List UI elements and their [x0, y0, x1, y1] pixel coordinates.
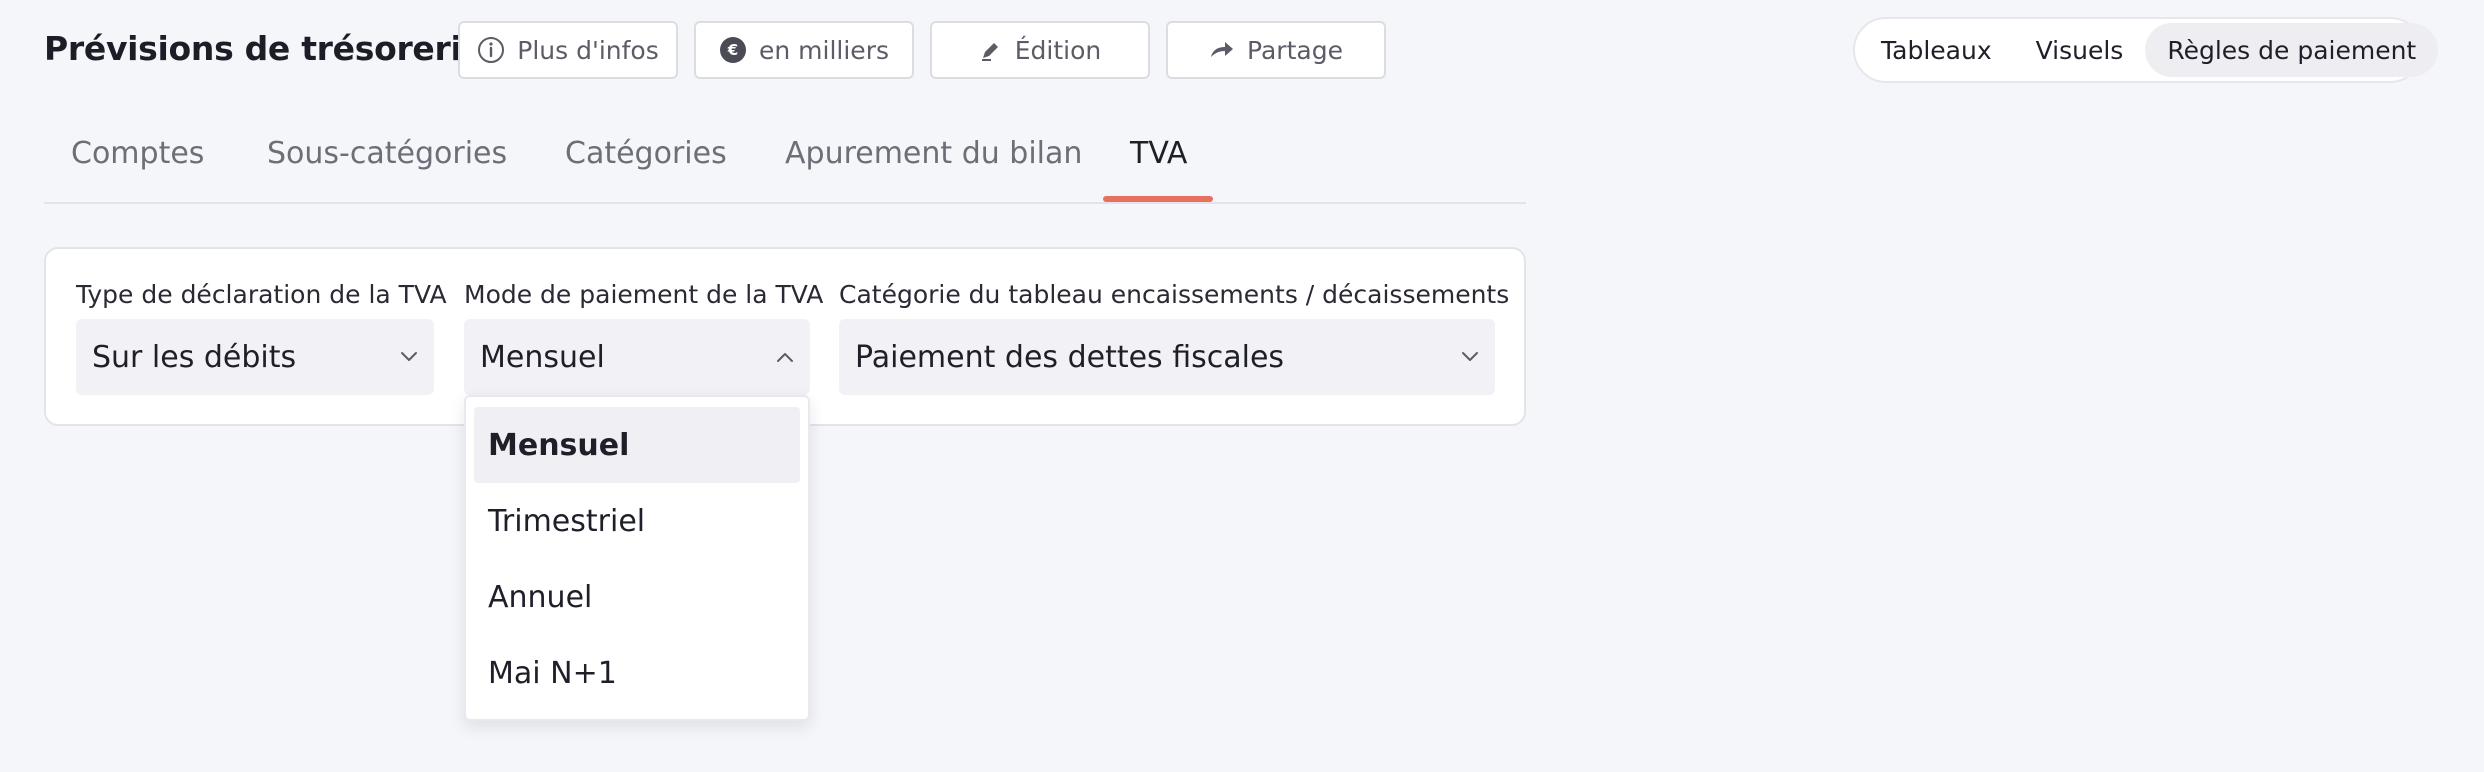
share-button[interactable]: Partage [1166, 21, 1386, 79]
payment-mode-select[interactable]: Mensuel [464, 319, 810, 395]
units-label: en milliers [759, 35, 889, 65]
view-switch: Tableaux Visuels Règles de paiement [1853, 17, 2439, 83]
view-option-tables[interactable]: Tableaux [1859, 23, 2014, 77]
svg-text:€: € [727, 41, 738, 59]
info-icon [477, 36, 505, 64]
dropdown-option-annuel[interactable]: Annuel [474, 559, 800, 635]
tab-categories[interactable]: Catégories [565, 128, 727, 204]
payment-mode-dropdown: Mensuel Trimestriel Annuel Mai N+1 [464, 395, 810, 721]
edit-label: Édition [1014, 35, 1102, 65]
active-tab-indicator [1103, 196, 1213, 202]
dropdown-option-trimestriel[interactable]: Trimestriel [474, 483, 800, 559]
more-info-button[interactable]: Plus d'infos [458, 21, 678, 79]
share-label: Partage [1247, 35, 1343, 65]
tab-sous-categories[interactable]: Sous-catégories [267, 128, 507, 204]
tab-tva[interactable]: TVA [1130, 128, 1187, 204]
category-select[interactable]: Paiement des dettes fiscales [839, 319, 1495, 395]
euro-icon: € [719, 36, 747, 64]
edit-button[interactable]: Édition [930, 21, 1150, 79]
chevron-down-icon [400, 351, 418, 363]
pen-icon [979, 38, 1003, 62]
tab-apurement-du-bilan[interactable]: Apurement du bilan [785, 128, 1082, 204]
payment-mode-label: Mode de paiement de la TVA [464, 280, 824, 309]
declaration-type-select[interactable]: Sur les débits [76, 319, 434, 395]
dropdown-option-mensuel[interactable]: Mensuel [474, 407, 800, 483]
tab-bar: Comptes Sous-catégories Catégories Apure… [44, 128, 1526, 204]
units-button[interactable]: € en milliers [694, 21, 914, 79]
view-option-payment-rules[interactable]: Règles de paiement [2145, 23, 2439, 77]
more-info-label: Plus d'infos [517, 35, 659, 65]
category-label: Catégorie du tableau encaissements / déc… [839, 280, 1510, 309]
chevron-down-icon [1461, 351, 1479, 363]
category-value: Paiement des dettes fiscales [855, 339, 1285, 375]
view-option-visuals[interactable]: Visuels [2014, 23, 2146, 77]
declaration-type-label: Type de déclaration de la TVA [76, 280, 447, 309]
dropdown-option-mai-n1[interactable]: Mai N+1 [474, 635, 800, 711]
tab-comptes[interactable]: Comptes [71, 128, 204, 204]
chevron-up-icon [776, 351, 794, 363]
payment-mode-value: Mensuel [480, 339, 605, 375]
declaration-type-value: Sur les débits [92, 339, 297, 375]
share-icon [1209, 39, 1235, 61]
page-title: Prévisions de trésorerie [44, 29, 484, 68]
